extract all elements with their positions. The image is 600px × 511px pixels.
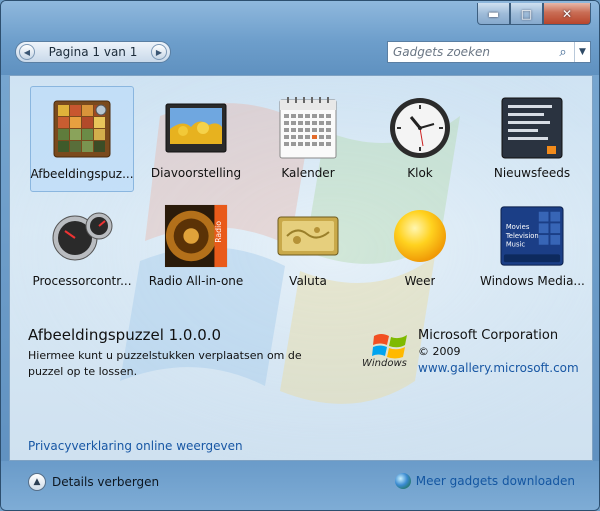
- maximize-button[interactable]: □: [510, 3, 543, 25]
- search-input[interactable]: [388, 42, 552, 62]
- gadget-name: Afbeeldingspuzzel 1.0.0.0: [28, 326, 222, 344]
- gadget-details: Afbeeldingspuzzel 1.0.0.0 Hiermee kunt u…: [28, 326, 308, 380]
- picture-puzzle-icon: [50, 97, 114, 161]
- publisher-website-link[interactable]: www.gallery.microsoft.com: [418, 361, 579, 375]
- window-controls: ▬ □ ✕: [477, 3, 591, 25]
- minimize-icon: ▬: [487, 6, 500, 21]
- gadget-tile-windows-media-center[interactable]: Movies Television Music Windows Media...: [480, 194, 584, 300]
- wmc-menu-item: Music: [506, 241, 526, 249]
- gadget-label: Nieuwsfeeds: [493, 166, 571, 180]
- search-dropdown-button[interactable]: ▼: [574, 42, 590, 62]
- gadget-tile-radio[interactable]: Radio Radio All-in-one: [144, 194, 248, 300]
- gadget-tile-clock[interactable]: Klok: [368, 86, 472, 192]
- footer-bar: ▲ Details verbergen Meer gadgets downloa…: [1, 461, 599, 510]
- gadget-label: Radio All-in-one: [148, 274, 244, 288]
- arrow-right-icon: ▶: [155, 47, 163, 57]
- globe-icon: [394, 473, 411, 489]
- windows-logo-text: Windows: [362, 358, 407, 369]
- svg-text:Radio: Radio: [214, 221, 223, 243]
- gadget-tile-picture-puzzle[interactable]: Afbeeldingspuz...: [30, 86, 134, 192]
- cpu-meter-icon: [50, 204, 114, 268]
- gadget-label: Windows Media...: [480, 274, 584, 288]
- newsfeed-icon: [500, 96, 564, 160]
- radio-speaker-icon: Radio: [164, 204, 228, 268]
- gadget-tile-weather[interactable]: Weer: [368, 194, 472, 300]
- currency-icon: [276, 204, 340, 268]
- gadget-search: ⌕ ▼: [387, 41, 591, 63]
- gadget-label: Weer: [404, 274, 436, 288]
- gadget-label: Valuta: [289, 274, 327, 288]
- minimize-button[interactable]: ▬: [477, 3, 510, 25]
- gadget-tile-newsfeeds[interactable]: Nieuwsfeeds: [480, 86, 584, 192]
- hide-details-button[interactable]: ▲ Details verbergen: [28, 473, 159, 491]
- wmc-menu-item: Movies: [506, 223, 530, 231]
- gadget-tile-calendar[interactable]: Kalender: [256, 86, 360, 192]
- gadget-tile-slideshow[interactable]: Diavoorstelling: [144, 86, 248, 192]
- title-bar: ▬ □ ✕ ◀ Pagina 1 van 1 ▶ ⌕ ▼: [1, 1, 599, 75]
- windows-media-center-icon: Movies Television Music: [500, 204, 564, 268]
- gadget-description: Hiermee kunt u puzzelstukken verplaatsen…: [28, 349, 302, 378]
- gadget-label: Diavoorstelling: [150, 166, 242, 180]
- maximize-icon: □: [520, 6, 533, 21]
- wmc-menu-item: Television: [505, 232, 539, 240]
- slideshow-icon: [164, 96, 228, 160]
- page-indicator: Pagina 1 van 1: [48, 45, 138, 59]
- next-page-button[interactable]: ▶: [150, 44, 167, 60]
- close-icon: ✕: [561, 6, 573, 21]
- calendar-icon: [276, 96, 340, 160]
- windows-logo-icon: Windows: [362, 330, 418, 370]
- gadget-label: Klok: [407, 166, 433, 180]
- page-navigator: ◀ Pagina 1 van 1 ▶: [15, 41, 171, 63]
- copyright-year: © 2009: [418, 345, 461, 358]
- gadget-label: Afbeeldingspuz...: [30, 167, 134, 181]
- privacy-statement-link[interactable]: Privacyverklaring online weergeven: [28, 439, 243, 453]
- publisher-name: Microsoft Corporation: [418, 328, 559, 343]
- clock-icon: [388, 96, 452, 160]
- gadget-gallery: Afbeeldingspuz... Diavoorstelling Kalend…: [9, 75, 593, 461]
- previous-page-button[interactable]: ◀: [19, 44, 35, 60]
- download-more-gadgets-label: Meer gadgets downloaden: [415, 474, 575, 488]
- weather-sun-icon: [388, 204, 452, 268]
- hide-details-label: Details verbergen: [52, 475, 160, 489]
- chevron-up-icon: ▲: [28, 473, 46, 491]
- gadget-tile-cpu-meter[interactable]: Processorcontr...: [30, 194, 134, 300]
- gadget-label: Kalender: [281, 166, 335, 180]
- gadgets-window: ▬ □ ✕ ◀ Pagina 1 van 1 ▶ ⌕ ▼: [0, 0, 600, 511]
- search-icon[interactable]: ⌕: [552, 45, 574, 60]
- download-more-gadgets-link[interactable]: Meer gadgets downloaden: [394, 473, 575, 489]
- arrow-left-icon: ◀: [23, 47, 31, 57]
- gadget-label: Processorcontr...: [32, 274, 132, 288]
- close-button[interactable]: ✕: [543, 3, 591, 25]
- gadget-tile-currency[interactable]: Valuta: [256, 194, 360, 300]
